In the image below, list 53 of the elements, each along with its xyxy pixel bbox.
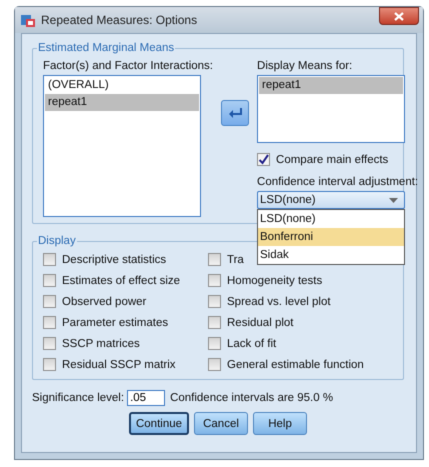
factor-list[interactable]: (OVERALL) repeat1 [43, 75, 201, 217]
checkbox-label[interactable]: Residual SSCP matrix [62, 358, 176, 370]
close-button[interactable] [379, 7, 419, 25]
close-icon [394, 12, 404, 20]
dropdown-arrow-icon [389, 198, 398, 202]
checkbox[interactable] [43, 295, 56, 308]
dialog-button[interactable]: Continue [128, 412, 190, 435]
checkbox[interactable] [43, 337, 56, 350]
checkbox-label[interactable]: Residual plot [227, 316, 294, 328]
significance-field[interactable]: .05 [127, 390, 166, 406]
list-label: Factor(s) and Factor Interactions: [43, 60, 214, 72]
checkbox-label[interactable]: Estimates of effect size [62, 274, 180, 286]
checkbox-label[interactable]: Tra [227, 254, 244, 266]
list-label: Display Means for: [257, 60, 354, 72]
return-arrow-icon [228, 107, 242, 119]
checkbox[interactable] [257, 153, 270, 166]
checkbox[interactable] [208, 337, 221, 350]
dropdown-option[interactable]: Bonferroni [258, 228, 404, 246]
checkbox[interactable] [208, 316, 221, 329]
checkbox-label[interactable]: Spread vs. level plot [227, 296, 331, 308]
checkbox[interactable] [43, 358, 56, 371]
adjustment-dropdown[interactable]: LSD(none) [257, 191, 406, 209]
checkbox-label[interactable]: Homogeneity tests [227, 274, 322, 286]
dropdown-label: Confidence interval adjustment: [257, 176, 418, 188]
dropdown-option[interactable]: Sidak [258, 246, 404, 264]
move-button[interactable] [221, 100, 250, 126]
list-item[interactable]: repeat1 [259, 77, 404, 94]
list-item[interactable]: (OVERALL) [45, 77, 199, 94]
display-means-list[interactable]: repeat1 [257, 75, 406, 143]
checkbox[interactable] [43, 316, 56, 329]
checkbox[interactable] [208, 253, 221, 266]
dialog-button[interactable]: Cancel [194, 412, 248, 435]
checkbox-label[interactable]: Parameter estimates [62, 316, 168, 328]
dropdown-option[interactable]: LSD(none) [258, 210, 404, 228]
checkbox-label[interactable]: General estimable function [227, 358, 364, 370]
list-item[interactable]: repeat1 [45, 94, 199, 111]
field-label: Significance level: [32, 392, 124, 404]
checkbox-label[interactable]: Observed power [62, 296, 146, 308]
checkbox[interactable] [43, 253, 56, 266]
checkbox-label[interactable]: Descriptive statistics [62, 254, 166, 266]
group-title: Display [37, 235, 77, 247]
checkbox[interactable] [208, 274, 221, 287]
checkbox[interactable] [208, 358, 221, 371]
checkbox-label[interactable]: Lack of fit [227, 338, 276, 350]
checkbox-label[interactable]: Compare main effects [276, 154, 388, 166]
checkbox[interactable] [208, 295, 221, 308]
checkbox[interactable] [43, 274, 56, 287]
app-icon [20, 12, 36, 28]
window-title: Repeated Measures: Options [41, 13, 198, 27]
checkbox-label[interactable]: SSCP matrices [62, 338, 140, 350]
confidence-note: Confidence intervals are 95.0 % [170, 392, 334, 404]
dialog-button[interactable]: Help [253, 412, 308, 435]
group-title: Estimated Marginal Means [37, 42, 176, 54]
